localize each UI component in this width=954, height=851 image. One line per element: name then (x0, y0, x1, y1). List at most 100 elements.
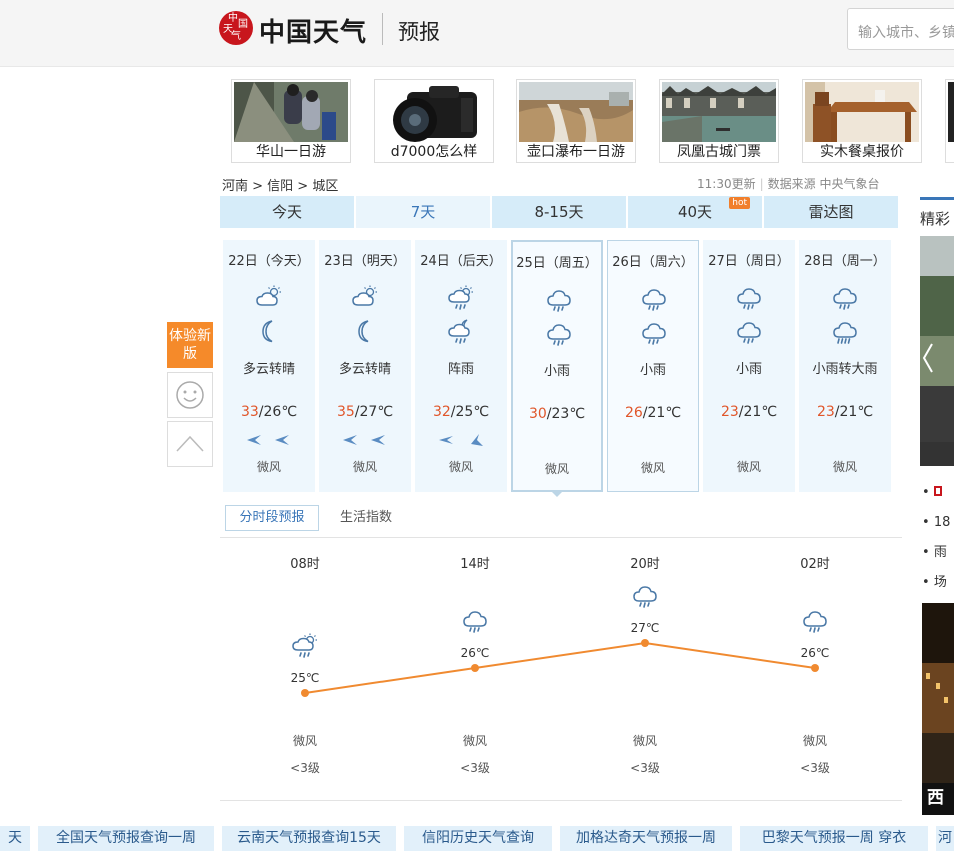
list-item[interactable]: • 雨 (922, 538, 950, 568)
partly-cloudy-icon (255, 283, 283, 315)
ad-item[interactable] (945, 79, 954, 163)
hourly-wind: 微风 (632, 734, 657, 748)
day-date: 28日（周一） (804, 254, 886, 269)
selected-day-caret (550, 490, 564, 497)
tab-40-days-label: 40天 (677, 203, 713, 221)
tab-radar[interactable]: 雷达图 (764, 196, 898, 228)
try-new-version-button[interactable]: 体验新版 (167, 322, 213, 368)
site-logo-text[interactable]: 中国天气 (259, 12, 367, 49)
ad-item[interactable]: d7000怎么样 (374, 79, 494, 163)
hourly-time: 08时 (290, 557, 320, 572)
ad-item[interactable]: 华山一日游 (231, 79, 351, 163)
ad-item[interactable]: 壶口瀑布一日游 (516, 79, 636, 163)
logo-seal-char: 气 (231, 31, 241, 42)
rain-icon (631, 581, 659, 613)
wind-direction-icon (439, 434, 483, 446)
hourly-wind-level: <3级 (800, 761, 830, 775)
feedback-button[interactable] (167, 372, 213, 418)
back-to-top-button[interactable] (167, 421, 213, 467)
hourly-wind: 微风 (462, 734, 487, 748)
shower-icon (291, 631, 319, 663)
day-condition: 小雨 (543, 364, 570, 379)
day-condition: 小雨 (735, 362, 762, 377)
city-search-input[interactable]: 输入城市、乡镇 (847, 8, 954, 50)
hourly-time: 20时 (630, 557, 660, 572)
moon-icon (351, 317, 379, 349)
wind-direction-icon (247, 435, 289, 445)
heavy-rain-icon (831, 317, 859, 349)
sidebar-photo-night[interactable]: 西 (922, 603, 954, 815)
tab-8-15-days[interactable]: 8-15天 (492, 196, 626, 228)
hourly-temp-label: 27℃ (630, 621, 660, 635)
day-wind: 微风 (736, 460, 761, 474)
day-card[interactable]: 27日（周日） 小雨 23/21℃ 微风 (703, 240, 795, 492)
page-title: 预报 (398, 20, 440, 44)
list-item[interactable]: • 18 (922, 508, 950, 538)
chevron-up-icon (176, 435, 204, 452)
day-card[interactable]: 22日（今天） 多云转晴 33/26℃ 微风 (223, 240, 315, 492)
ad-photo-dining-table (805, 82, 919, 142)
day-date: 26日（周六） (612, 255, 694, 270)
day-high-temp: 23 (816, 404, 835, 420)
update-separator: | (759, 177, 764, 191)
footer-link[interactable]: 云南天气预报查询15天 (222, 826, 396, 851)
day-condition: 小雨转大雨 (812, 362, 878, 377)
day-card[interactable]: 26日（周六） 小雨 26/21℃ 微风 (607, 240, 699, 492)
ad-item[interactable]: 实木餐桌报价 (802, 79, 922, 163)
ad-caption: 凤凰古城门票 (677, 144, 761, 160)
list-item-text: 18 (933, 515, 951, 530)
day-low-temp: /23℃ (546, 406, 586, 422)
footer-link[interactable]: 巴黎天气预报一周 穿衣 (740, 826, 928, 851)
ad-caption: 壶口瀑布一日游 (527, 144, 625, 160)
tab-today[interactable]: 今天 (220, 196, 354, 228)
hourly-wind: 微风 (802, 734, 827, 748)
day-card[interactable]: 25日（周五） 小雨 30/23℃ 微风 (511, 240, 603, 492)
list-item[interactable]: • 场 (922, 568, 950, 598)
footer-link[interactable]: 河 (936, 826, 954, 851)
day-temperature: 23/21℃ (703, 404, 795, 420)
tab-40-days[interactable]: 40天 hot (628, 196, 762, 228)
day-date: 23日（明天） (324, 254, 406, 269)
ad-caption: 华山一日游 (256, 144, 326, 160)
sidebar-photo[interactable] (920, 236, 954, 466)
forecast-tabs: 今天 7天 8-15天 40天 hot 雷达图 (220, 196, 900, 228)
footer-link[interactable]: 全国天气预报查询一周 (38, 826, 214, 851)
list-item[interactable]: • (922, 478, 950, 508)
day-date: 27日（周日） (708, 254, 790, 269)
rain-icon (461, 606, 489, 638)
sidebar-title: 精彩 (920, 210, 951, 228)
shower-icon (447, 283, 475, 315)
temperature-point (301, 689, 309, 697)
day-wind: 微风 (544, 462, 569, 476)
breadcrumb[interactable]: 河南 > 信阳 > 城区 (222, 175, 338, 194)
sidebar-photo-caption: 西 (927, 788, 944, 808)
tab-7-days[interactable]: 7天 (356, 196, 490, 228)
hourly-wind-level: <3级 (290, 761, 320, 775)
tab-hourly-forecast[interactable]: 分时段预报 (225, 505, 319, 531)
hourly-time: 14时 (460, 557, 490, 572)
footer-link[interactable]: 信阳历史天气查询 (404, 826, 552, 851)
day-card[interactable]: 28日（周一） 小雨转大雨 23/21℃ 微风 (799, 240, 891, 492)
tab-life-index[interactable]: 生活指数 (340, 505, 392, 531)
ad-item[interactable]: 凤凰古城门票 (659, 79, 779, 163)
hourly-wind: 微风 (292, 734, 317, 748)
rain-icon (735, 317, 763, 349)
logo-seal-icon[interactable]: 中 国 天 气 (219, 11, 253, 45)
list-item-text: 场 (933, 575, 947, 590)
day-low-temp: /21℃ (834, 404, 874, 420)
footer-link[interactable]: 加格达奇天气预报一周 (560, 826, 732, 851)
day-card[interactable]: 23日（明天） 多云转晴 35/27℃ 微风 (319, 240, 411, 492)
day-card[interactable]: 24日（后天） 阵雨 32/25℃ 微风 (415, 240, 507, 492)
sidebar-news-list: • • 18 • 雨 • 场 (922, 478, 950, 598)
day-temperature: 33/26℃ (223, 404, 315, 420)
footer-link[interactable]: 天 (0, 826, 30, 851)
hourly-bottom-divider (220, 800, 902, 801)
day-temperature: 26/21℃ (608, 405, 698, 421)
day-high-temp: 26 (624, 405, 643, 421)
rain-icon (801, 606, 829, 638)
day-wind: 微风 (832, 460, 857, 474)
day-wind: 微风 (352, 460, 377, 474)
day-condition: 阵雨 (447, 362, 474, 377)
temperature-point (641, 639, 649, 647)
temperature-point (811, 664, 819, 672)
